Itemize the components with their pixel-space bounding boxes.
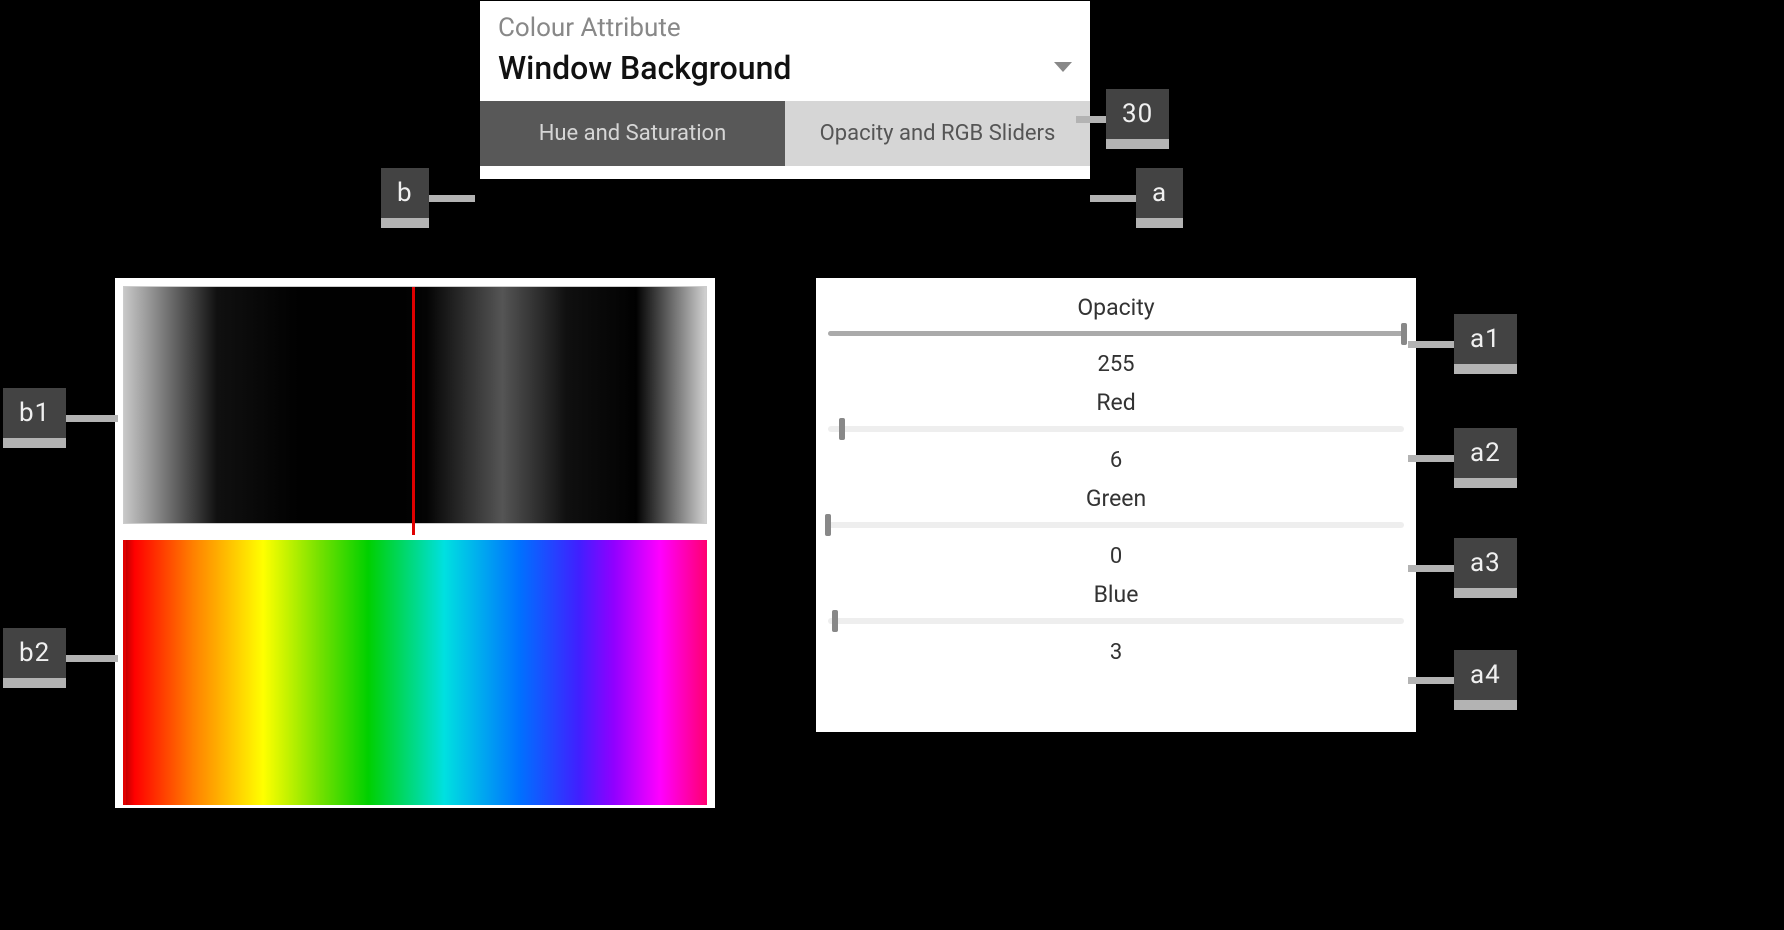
callout-leader	[1090, 195, 1136, 202]
green-label: Green	[816, 485, 1416, 512]
green-slider-thumb[interactable]	[825, 514, 831, 536]
chevron-down-icon	[1054, 59, 1072, 78]
callout-b2: b2	[3, 628, 118, 688]
callout-badge: b1	[3, 388, 66, 448]
red-label: Red	[816, 389, 1416, 416]
callout-leader	[66, 655, 118, 662]
callout-b1: b1	[3, 388, 118, 448]
opacity-rgb-pane: Opacity 255 Red 6 Green 0 Blue 3	[816, 278, 1416, 732]
opacity-slider-block: Opacity 255	[816, 294, 1416, 377]
green-value: 0	[816, 544, 1416, 569]
red-slider[interactable]	[828, 426, 1404, 432]
opacity-slider[interactable]	[828, 331, 1404, 336]
saturation-value-strip[interactable]	[123, 286, 707, 524]
callout-badge: a4	[1454, 650, 1517, 710]
callout-badge: a2	[1454, 428, 1517, 488]
callout-leader	[1408, 565, 1454, 572]
opacity-value: 255	[816, 352, 1416, 377]
callout-a: a	[1090, 168, 1183, 228]
tab-hue-saturation[interactable]: Hue and Saturation	[480, 101, 785, 166]
green-slider[interactable]	[828, 522, 1404, 528]
callout-leader	[1408, 455, 1454, 462]
callout-leader	[66, 415, 118, 422]
callout-badge: 30	[1106, 89, 1169, 149]
red-slider-thumb[interactable]	[839, 418, 845, 440]
hue-marker[interactable]	[123, 540, 126, 805]
callout-leader	[429, 195, 475, 202]
callout-a4: a4	[1408, 650, 1517, 710]
callout-badge: b	[381, 168, 429, 228]
callout-a3: a3	[1408, 538, 1517, 598]
blue-label: Blue	[816, 581, 1416, 608]
saturation-marker[interactable]	[412, 287, 415, 535]
blue-slider-thumb[interactable]	[832, 610, 838, 632]
color-tabs: Hue and Saturation Opacity and RGB Slide…	[480, 101, 1090, 166]
green-slider-block: Green 0	[816, 485, 1416, 569]
color-attribute-panel: Colour Attribute Window Background Hue a…	[480, 1, 1090, 179]
attribute-dropdown[interactable]: Window Background	[480, 49, 1090, 101]
callout-30: 30	[1076, 89, 1169, 149]
callout-leader	[1408, 677, 1454, 684]
callout-a2: a2	[1408, 428, 1517, 488]
callout-leader	[1076, 116, 1106, 123]
callout-b: b	[381, 168, 475, 228]
opacity-label: Opacity	[816, 294, 1416, 321]
blue-value: 3	[816, 640, 1416, 665]
tab-opacity-rgb[interactable]: Opacity and RGB Sliders	[785, 101, 1090, 166]
callout-badge: b2	[3, 628, 66, 688]
blue-slider-block: Blue 3	[816, 581, 1416, 665]
red-slider-block: Red 6	[816, 389, 1416, 473]
callout-a1: a1	[1408, 314, 1517, 374]
callout-leader	[1408, 341, 1454, 348]
hue-strip[interactable]	[123, 540, 707, 805]
attribute-field-label: Colour Attribute	[480, 1, 1090, 49]
hue-saturation-pane	[115, 278, 715, 808]
nav-dots	[480, 166, 1090, 179]
callout-badge: a3	[1454, 538, 1517, 598]
red-value: 6	[816, 448, 1416, 473]
callout-badge: a1	[1454, 314, 1517, 374]
blue-slider[interactable]	[828, 618, 1404, 624]
opacity-slider-thumb[interactable]	[1401, 323, 1407, 345]
callout-badge: a	[1136, 168, 1183, 228]
attribute-dropdown-value: Window Background	[498, 49, 1054, 87]
